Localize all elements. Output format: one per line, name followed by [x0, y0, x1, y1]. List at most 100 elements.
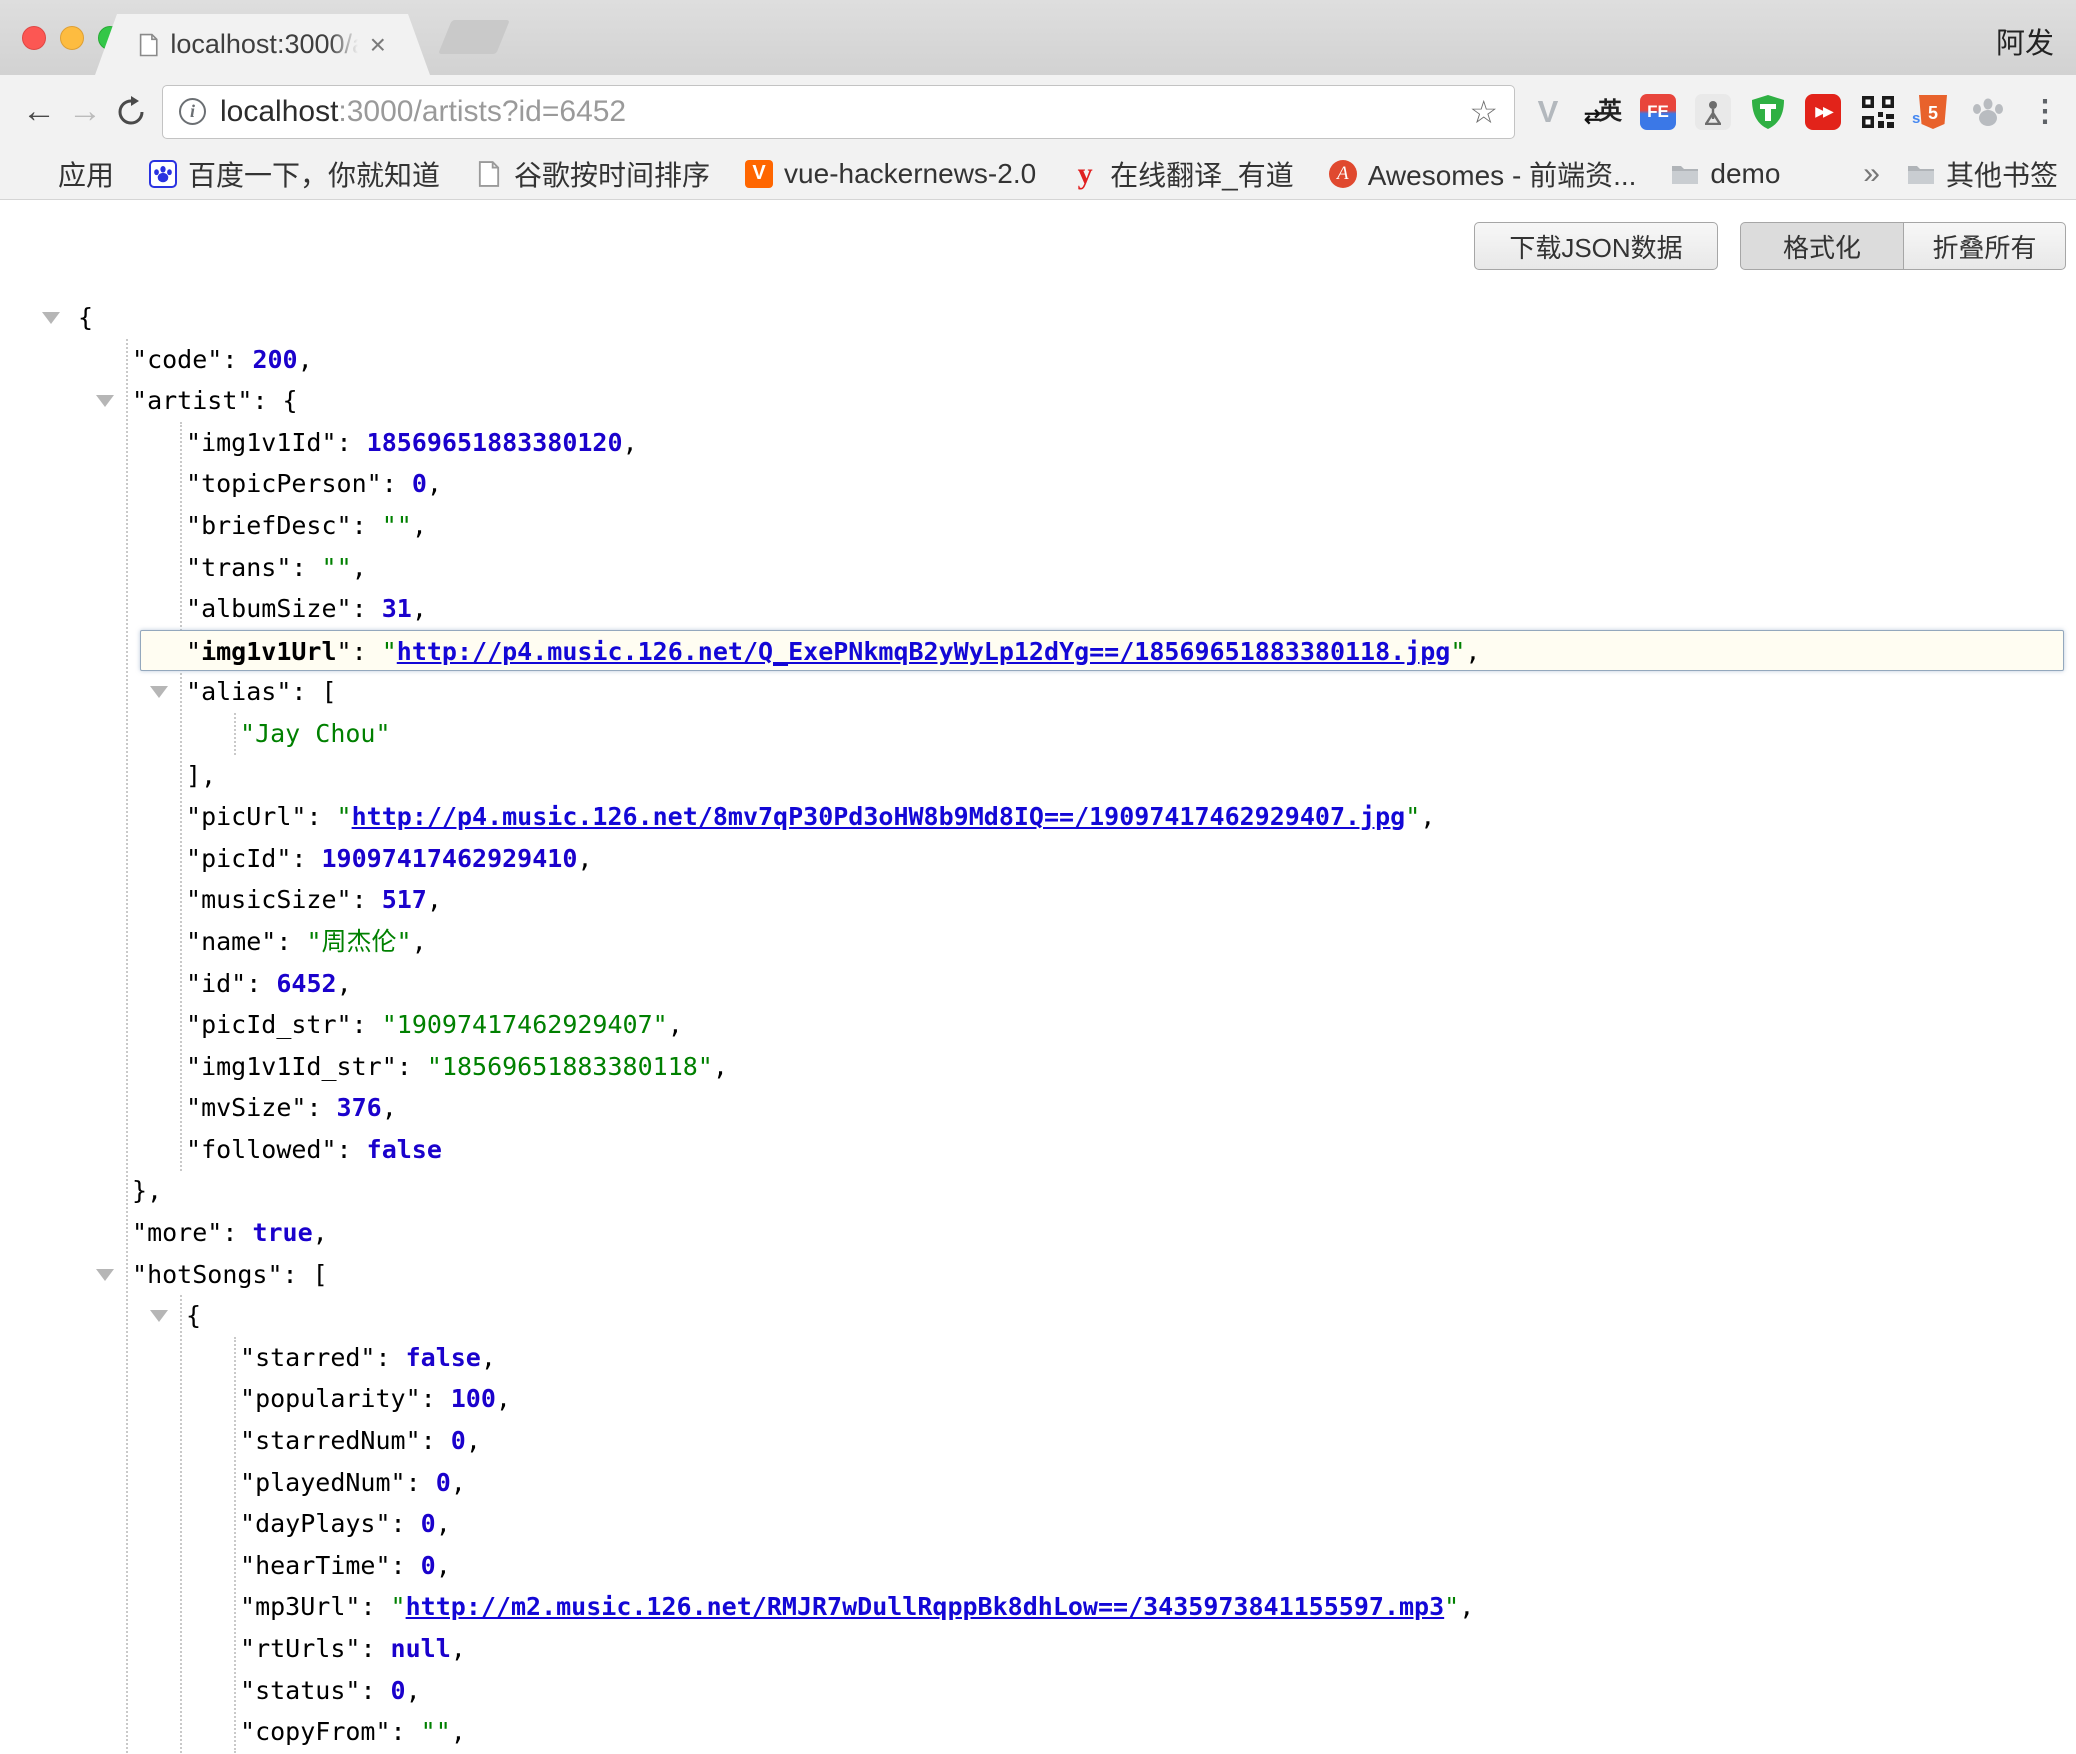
video-downloader-extension-icon[interactable]: ▶▶ — [1804, 93, 1842, 131]
youdao-translate-extension-icon[interactable]: ⇄英 — [1584, 93, 1622, 131]
minimize-window-button[interactable] — [60, 26, 84, 50]
url-text[interactable]: localhost:3000/artists?id=6452 — [220, 95, 1469, 129]
json-string: 19097417462929407 — [397, 1010, 653, 1039]
page-info-icon[interactable]: i — [179, 98, 206, 125]
vue-devtools-extension-icon[interactable]: V — [1529, 93, 1567, 131]
close-window-button[interactable] — [22, 26, 46, 50]
json-value: false — [367, 1135, 442, 1164]
json-row: }, — [0, 1170, 2076, 1212]
bookmark-label: demo — [1710, 158, 1780, 190]
json-value: 0 — [436, 1468, 451, 1497]
json-key: hotSongs — [147, 1260, 267, 1289]
reload-icon[interactable] — [108, 89, 154, 135]
html5-extension-icon[interactable]: s 5 — [1914, 93, 1952, 131]
other-bookmarks-folder[interactable]: 其他书签 — [1906, 154, 2058, 194]
bookmark-star-icon[interactable]: ☆ — [1469, 93, 1498, 131]
json-value: 100 — [451, 1384, 496, 1413]
bookmark-awesomes[interactable]: A Awesomes - 前端资... — [1328, 154, 1637, 194]
json-value: 18569651883380120 — [367, 428, 623, 457]
json-row: "Jay Chou" — [0, 713, 2076, 755]
json-row: "hearTime": 0, — [0, 1545, 2076, 1587]
json-url-link[interactable]: http://p4.music.126.net/Q_ExePNkmqB2yWyL… — [397, 637, 1451, 666]
json-url-link[interactable]: http://m2.music.126.net/RMJR7wDullRqppBk… — [406, 1592, 1445, 1621]
extensions-area: V ⇄英 FE ▶▶ s 5 ⋮ — [1529, 93, 2060, 131]
bookmark-apps[interactable]: 应用 — [18, 154, 114, 194]
json-value: 6452 — [276, 969, 336, 998]
json-row: { — [0, 297, 2076, 339]
json-key: rtUrls — [255, 1634, 345, 1663]
json-key: briefDesc — [201, 511, 336, 540]
tab-title: localhost:3000/artists?id=645 — [170, 29, 357, 60]
page-icon — [474, 159, 504, 189]
profile-name[interactable]: 阿发 — [1996, 20, 2054, 62]
url-host: localhost — [220, 95, 338, 128]
json-row: "code": 200, — [0, 339, 2076, 381]
json-value: 0 — [421, 1551, 436, 1580]
json-key: name — [201, 927, 261, 956]
json-key: followed — [201, 1135, 321, 1164]
bookmarks-bar: 应用 百度一下，你就知道 谷歌按时间排序 V vue-hackernews-2.… — [0, 148, 2076, 200]
json-row: ], — [0, 755, 2076, 797]
json-key: musicSize — [201, 885, 336, 914]
json-row: "img1v1Id_str": "18569651883380118", — [0, 1046, 2076, 1088]
json-key: playedNum — [255, 1468, 390, 1497]
bookmark-label: 百度一下，你就知道 — [188, 154, 440, 194]
collapse-toggle-icon[interactable] — [42, 312, 60, 324]
sitemap-person-extension-icon[interactable] — [1694, 93, 1732, 131]
json-row: "img1v1Id": 18569651883380120, — [0, 422, 2076, 464]
json-row: "followed": false — [0, 1129, 2076, 1171]
youdao-y-icon: y — [1070, 159, 1100, 189]
bookmark-google-sort[interactable]: 谷歌按时间排序 — [474, 154, 710, 194]
new-tab-button[interactable] — [438, 20, 510, 54]
tab-close-icon[interactable]: × — [370, 31, 386, 59]
json-key: topicPerson — [201, 469, 367, 498]
collapse-toggle-icon[interactable] — [150, 1310, 168, 1322]
json-row: "playedNum": 0, — [0, 1462, 2076, 1504]
bookmark-youdao-translate[interactable]: y 在线翻译_有道 — [1070, 154, 1294, 194]
bookmark-demo-folder[interactable]: demo — [1670, 158, 1780, 190]
bookmark-vue-hackernews[interactable]: V vue-hackernews-2.0 — [744, 158, 1036, 190]
chrome-menu-icon[interactable]: ⋮ — [2030, 94, 2060, 129]
json-key: picId — [201, 844, 276, 873]
json-key: code — [147, 345, 207, 374]
json-key: copyFrom — [255, 1717, 375, 1746]
fehelper-extension-icon[interactable]: FE — [1639, 93, 1677, 131]
address-bar[interactable]: i localhost:3000/artists?id=6452 ☆ — [162, 85, 1515, 139]
bookmark-label: vue-hackernews-2.0 — [784, 158, 1036, 190]
json-value: null — [391, 1634, 451, 1663]
browser-tab[interactable]: localhost:3000/artists?id=645 × — [95, 14, 430, 75]
shield-extension-icon[interactable] — [1749, 93, 1787, 131]
json-key: status — [255, 1676, 345, 1705]
json-row: "name": "周杰伦", — [0, 921, 2076, 963]
awesomes-a-icon: A — [1328, 159, 1358, 189]
json-row: "starred": false, — [0, 1337, 2076, 1379]
json-row: "mvSize": 376, — [0, 1087, 2076, 1129]
json-key: albumSize — [201, 594, 336, 623]
json-row: "more": true, — [0, 1212, 2076, 1254]
bookmarks-overflow-icon[interactable]: » — [1863, 157, 1880, 191]
json-value: 0 — [421, 1509, 436, 1538]
json-row: "mp3Url": "http://m2.music.126.net/RMJR7… — [0, 1586, 2076, 1628]
json-key: img1v1Url — [201, 637, 336, 666]
back-icon[interactable]: ← — [16, 89, 62, 135]
json-row: "picId_str": "19097417462929407", — [0, 1004, 2076, 1046]
bookmark-baidu[interactable]: 百度一下，你就知道 — [148, 154, 440, 194]
json-url-link[interactable]: http://p4.music.126.net/8mv7qP30Pd3oHW8b… — [352, 802, 1406, 831]
bookmark-label: 其他书签 — [1946, 154, 2058, 194]
paw-extension-icon[interactable] — [1969, 93, 2007, 131]
json-key: hearTime — [255, 1551, 375, 1580]
json-row: "briefDesc": "", — [0, 505, 2076, 547]
collapse-toggle-icon[interactable] — [96, 1269, 114, 1281]
collapse-toggle-icon[interactable] — [150, 686, 168, 698]
json-string: 周杰伦 — [322, 927, 397, 956]
json-row: "musicSize": 517, — [0, 879, 2076, 921]
json-key: dayPlays — [255, 1509, 375, 1538]
json-key: more — [147, 1218, 207, 1247]
json-row: "artist": { — [0, 380, 2076, 422]
collapse-toggle-icon[interactable] — [96, 395, 114, 407]
qr-code-extension-icon[interactable] — [1859, 93, 1897, 131]
json-key: picId_str — [201, 1010, 336, 1039]
json-value: false — [406, 1343, 481, 1372]
json-key: mp3Url — [255, 1592, 345, 1621]
json-row: "rtUrls": null, — [0, 1628, 2076, 1670]
